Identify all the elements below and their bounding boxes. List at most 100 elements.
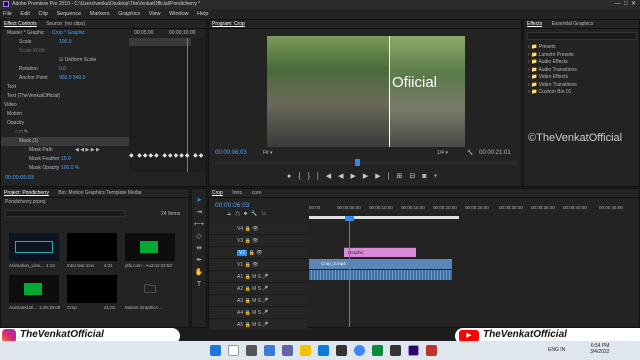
menu-window[interactable]: Window [169,11,189,17]
play-icon[interactable]: ▶ [351,173,363,180]
step-back-icon[interactable]: ◀ [338,173,350,180]
timeline-timecode[interactable]: 00:00:06:03 [215,202,249,209]
track-a5[interactable]: A5 🔒 M S 🎤 [209,319,307,331]
wrench-icon[interactable]: 🔧 [467,150,473,156]
text-label[interactable]: Text [7,84,16,90]
widgets-icon[interactable] [264,345,275,356]
effects-item[interactable]: › 📁 Audio Effects [528,59,577,67]
pen-mask-icon[interactable]: ✎ [24,129,28,135]
work-area-bar[interactable] [129,38,191,46]
tab-effect-controls[interactable]: Effect Controls [4,21,37,27]
track-v3[interactable]: V3 🔒 👁 [209,235,307,247]
edge-icon[interactable] [318,345,329,356]
slip-icon[interactable]: ⇹ [192,243,206,255]
add-button-icon[interactable]: + [433,173,444,180]
clip-label[interactable]: Crop * Graphic [52,30,85,36]
go-in-icon[interactable]: |◀ [317,173,338,180]
master-label[interactable]: Master * Graphic [7,30,45,36]
insert-icon[interactable]: ⊞ [397,173,410,180]
track-a3[interactable]: A3 🔒 M S 🎤 [209,295,307,307]
rotation-value[interactable]: 0.0 [59,65,66,74]
tab-core[interactable]: core [252,190,262,196]
effects-search-input[interactable] [527,32,637,40]
track-v4[interactable]: V4 🔒 👁 [209,223,307,235]
transport-controls[interactable]: ●{}|◀◀▶▶▶|⊞⊟◙+ [287,172,445,180]
video-clip[interactable]: Crop_2.mp4 [309,259,452,269]
rect-mask-icon[interactable]: □ [19,129,22,135]
store-icon[interactable] [336,345,347,356]
folder-icon[interactable]: 🗀 [125,275,175,303]
app-icon[interactable] [372,345,383,356]
menu-graphics[interactable]: Graphics [118,11,140,17]
program-timecode[interactable]: 00:00:06:03 [215,150,247,156]
tab-project[interactable]: Project: Pondicherry [4,190,49,196]
tab-intro[interactable]: Intro [232,190,242,196]
marker-icon[interactable]: ● [287,173,298,180]
graphic-clip[interactable]: Graphic [344,247,416,257]
step-fwd-icon[interactable]: ▶ [363,173,375,180]
chrome-icon[interactable] [354,345,365,356]
effects-item[interactable]: › 📁 Video Transitions [528,82,577,90]
ripple-edit-icon[interactable]: ⟷ [192,219,206,231]
keyframe-area[interactable]: ◆ ◆◆◆◆ ◆◆◆◆◆ ◆◆ [129,38,206,172]
export-frame-icon[interactable]: ◙ [422,173,433,180]
ec-current-time[interactable]: 00:00:06:03 [5,175,34,181]
menu-markers[interactable]: Markers [90,11,110,17]
tab-bin[interactable]: Bin: Motion Graphics Template Media [58,190,141,196]
app-icon-2[interactable] [390,345,401,356]
tab-effects[interactable]: Effects [527,21,542,27]
program-scrub-bar[interactable] [215,159,517,166]
thumb-4[interactable] [9,275,59,303]
tab-essential-graphics[interactable]: Essential Graphics [552,21,594,27]
effects-item[interactable]: › 📁 Video Effects [528,74,577,82]
type-tool-icon[interactable]: T [192,279,206,291]
menu-help[interactable]: Help [197,11,208,17]
mask-row[interactable]: Mask (1) [1,137,129,146]
mask-feather-value[interactable]: 10.0 [61,155,71,164]
timeline-playhead[interactable] [349,219,350,327]
window-controls[interactable]: — □ ✕ [615,0,636,9]
overwrite-icon[interactable]: ⊟ [409,173,422,180]
file-explorer-icon[interactable] [300,345,311,356]
pen-tool-icon[interactable]: ✒ [192,255,206,267]
menu-view[interactable]: View [149,11,161,17]
mask-opacity-value[interactable]: 100.0 % [61,164,79,173]
ellipse-mask-icon[interactable]: ○ [15,129,18,135]
track-a4[interactable]: A4 🔒 M S 🎤 [209,307,307,319]
out-point-icon[interactable]: } [308,173,317,180]
scale-value[interactable]: 100.0 [59,38,72,47]
clock[interactable]: 6:54 PM 3/4/2022 [590,343,609,355]
work-area[interactable] [309,216,459,219]
keyframe-diamonds[interactable]: ◆ ◆◆◆◆ ◆◆◆◆◆ ◆◆ [129,152,204,159]
menu-sequence[interactable]: Sequence [56,11,81,17]
opacity-label[interactable]: Opacity [7,120,24,126]
app-icon-3[interactable] [426,345,437,356]
uniform-scale-checkbox[interactable]: ☑ Uniform Scale [59,56,96,65]
effects-item[interactable]: › 📁 Lumetri Presets [528,52,577,60]
teams-icon[interactable] [282,345,293,356]
thumb-5[interactable] [67,275,117,303]
motion-label[interactable]: Motion [7,111,22,117]
selection-tool-icon[interactable]: ➤ [192,195,206,207]
start-icon[interactable] [210,345,221,356]
tab-program[interactable]: Program: Crop [212,21,245,27]
program-playhead[interactable] [355,159,360,166]
track-select-icon[interactable]: ⇥ [192,207,206,219]
thumb-2[interactable] [67,233,117,261]
thumb-3[interactable] [125,233,175,261]
text-layer-label[interactable]: Text (TheVenkatOfficial) [7,93,60,99]
mask-path-controls[interactable]: ◀ ◀ ▶ ▶ ▶ [75,146,100,155]
track-v2[interactable]: V2 🔒 👁 [209,247,307,259]
project-search-input[interactable] [5,210,125,217]
language-indicator[interactable]: ENG IN [548,347,565,353]
playhead-handle[interactable] [345,216,354,221]
razor-icon[interactable]: ◇ [192,231,206,243]
tab-source[interactable]: Source: (no clips) [46,21,85,27]
anchor-value[interactable]: 960.0 540.0 [59,74,85,83]
go-out-icon[interactable]: ▶| [375,173,396,180]
program-video-frame[interactable]: Ofiicial [267,36,465,147]
hand-tool-icon[interactable]: ✋ [192,267,206,279]
track-a2[interactable]: A2 🔒 M S 🎤 [209,283,307,295]
effects-item[interactable]: › 📁 Custom Bin 01 [528,89,577,97]
thumb-1[interactable] [9,233,59,261]
